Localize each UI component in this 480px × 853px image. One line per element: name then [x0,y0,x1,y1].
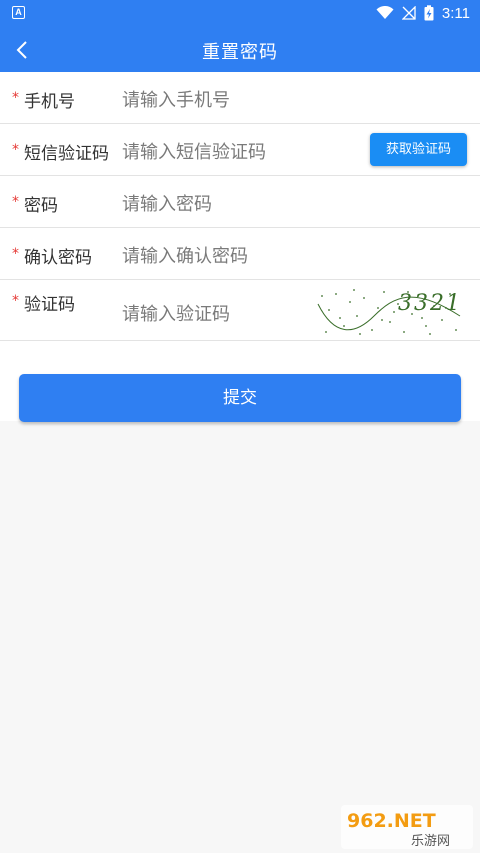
captcha-label: 验证码 [24,295,75,315]
confirm-password-row: * 确认密码 请输入确认密码 [0,228,480,280]
required-mark: * [12,194,19,210]
confirm-password-label: 确认密码 [24,248,92,268]
required-mark: * [12,246,19,262]
password-label: 密码 [24,196,58,216]
sms-code-input[interactable]: 请输入短信验证码 [122,138,266,164]
captcha-row: * 验证码 请输入验证码 3321 [0,280,480,341]
sms-code-label: 短信验证码 [24,144,109,164]
reset-password-form: * 手机号 请输入手机号 * 短信验证码 请输入短信验证码 获取验证码 * 密码… [0,72,480,341]
wifi-icon [376,6,394,19]
status-bar: A 3:11 [0,0,480,26]
required-mark: * [12,293,19,309]
get-sms-code-button[interactable]: 获取验证码 [370,133,467,166]
captcha-input[interactable]: 请输入验证码 [122,300,230,326]
confirm-password-input[interactable]: 请输入确认密码 [122,242,248,268]
submit-button[interactable]: 提交 [19,374,461,422]
captcha-image[interactable]: 3321 [314,286,462,338]
battery-charging-icon [424,5,434,21]
no-signal-icon [401,6,416,20]
app-notification-icon: A [12,6,25,19]
page-title: 重置密码 [202,42,278,63]
required-mark: * [12,142,19,158]
captcha-text: 3321 [398,291,462,316]
sms-code-row: * 短信验证码 请输入短信验证码 获取验证码 [0,124,480,176]
required-mark: * [12,90,19,106]
clock: 3:11 [441,4,470,22]
watermark-brand: 962.NET [347,810,436,832]
password-input[interactable]: 请输入密码 [122,190,212,216]
watermark-logo: 962.NET 乐游网 [341,805,473,849]
phone-input[interactable]: 请输入手机号 [122,86,230,112]
watermark-sub: 乐游网 [411,834,450,849]
submit-section: 提交 [0,341,480,422]
password-row: * 密码 请输入密码 [0,176,480,228]
phone-label: 手机号 [24,92,75,112]
phone-row: * 手机号 请输入手机号 [0,72,480,124]
app-bar: 重置密码 [0,26,480,72]
